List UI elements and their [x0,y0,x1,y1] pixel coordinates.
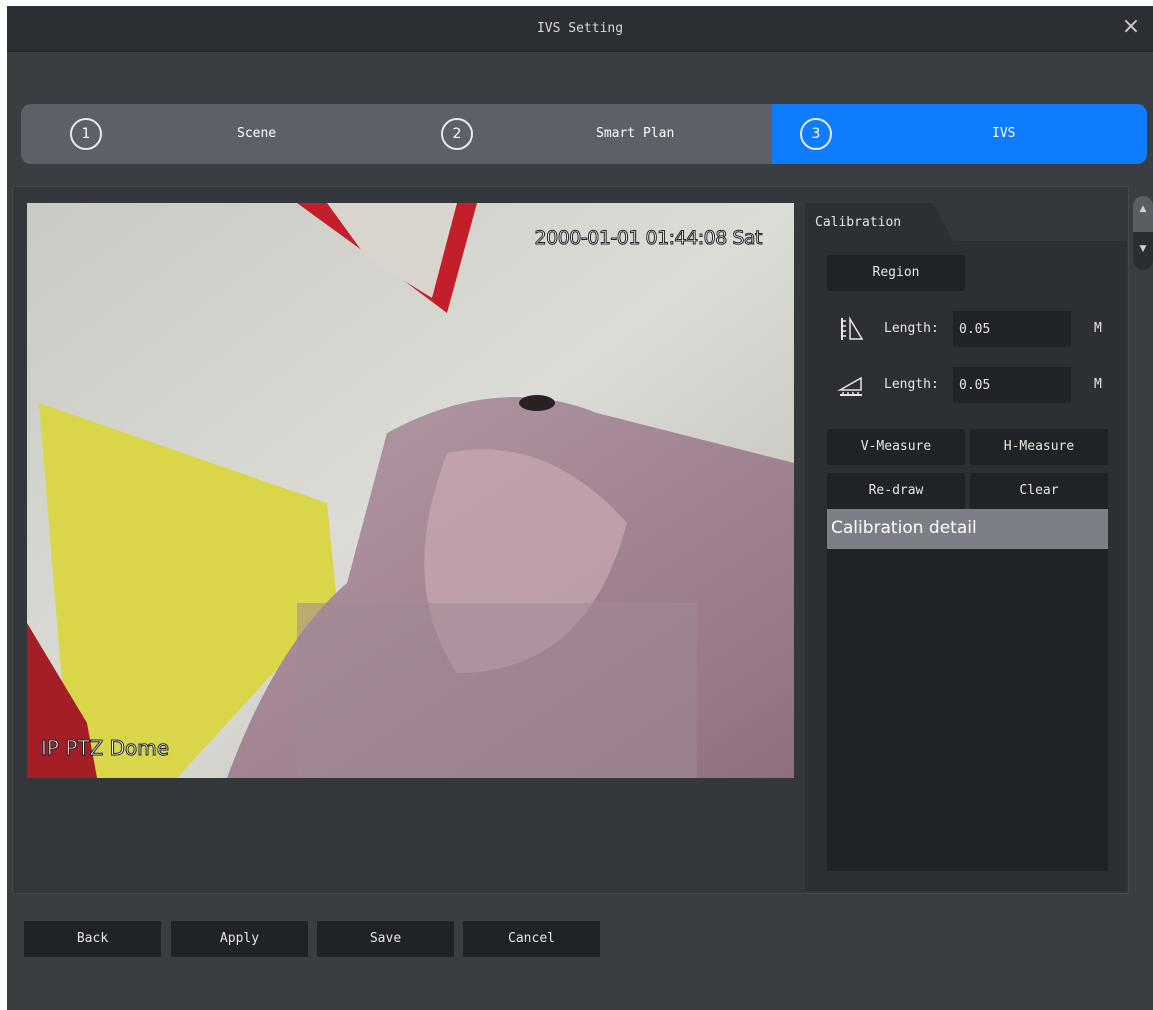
horizontal-length-row: Length: M [837,367,1107,403]
step-number-3: 3 [800,118,832,150]
camera-image [27,203,794,778]
horizontal-length-input[interactable] [953,367,1071,403]
step-number-2: 2 [441,118,473,150]
apply-button[interactable]: Apply [171,921,308,957]
tab-calibration[interactable]: Calibration [805,203,953,241]
step-smart-plan[interactable]: 2 Smart Plan [396,104,771,164]
window-title: IVS Setting [536,21,624,36]
tab-calibration-label: Calibration [815,215,902,230]
v-measure-button[interactable]: V-Measure [827,429,965,465]
content-panel: 2000-01-01 01:44:08 Sat IP PTZ Dome Cali… [12,186,1129,894]
step-label-scene: Scene [237,126,277,141]
step-ivs[interactable]: 3 IVS [772,104,1147,164]
close-icon[interactable]: × [1119,15,1143,39]
redraw-button[interactable]: Re-draw [827,473,965,509]
title-bar: IVS Setting × [7,6,1153,52]
clear-button[interactable]: Clear [970,473,1108,509]
scroll-down-button[interactable]: ▼ [1133,232,1153,270]
vertical-length-row: Length: M [837,311,1107,347]
vertical-length-label: Length: [884,321,939,336]
calibration-detail-header: Calibration detail [827,509,1108,549]
step-wizard: 1 Scene 2 Smart Plan 3 IVS [21,104,1147,164]
arrow-up-icon: ▲ [1139,204,1147,214]
step-label-smart-plan: Smart Plan [596,126,675,141]
vertical-length-input[interactable] [953,311,1071,347]
cancel-button[interactable]: Cancel [463,921,600,957]
vertical-ruler-icon [841,316,864,340]
h-measure-button[interactable]: H-Measure [970,429,1108,465]
horizontal-length-label: Length: [884,377,939,392]
horizontal-ruler-icon [837,376,862,396]
scroll-up-button[interactable]: ▲ [1133,196,1153,232]
step-scene[interactable]: 1 Scene [21,104,396,164]
horizontal-length-unit: M [1094,377,1102,392]
vertical-length-unit: M [1094,321,1102,336]
ivs-setting-window: IVS Setting × 1 Scene 2 Smart Plan 3 IVS [7,6,1153,1010]
camera-name: IP PTZ Dome [40,736,170,761]
calibration-detail-list[interactable]: Calibration detail [827,509,1108,871]
tab-strip: Calibration [805,203,1127,241]
region-button[interactable]: Region [827,255,965,291]
step-label-ivs: IVS [992,126,1016,141]
arrow-down-icon: ▼ [1139,244,1147,254]
video-preview[interactable]: 2000-01-01 01:44:08 Sat IP PTZ Dome [27,203,794,778]
video-timestamp: 2000-01-01 01:44:08 Sat [534,227,763,250]
step-number-1: 1 [70,118,102,150]
calibration-detail-title: Calibration detail [831,518,977,538]
back-button[interactable]: Back [24,921,161,957]
calibration-panel: Calibration Region Length: M [805,203,1127,891]
save-button[interactable]: Save [317,921,454,957]
